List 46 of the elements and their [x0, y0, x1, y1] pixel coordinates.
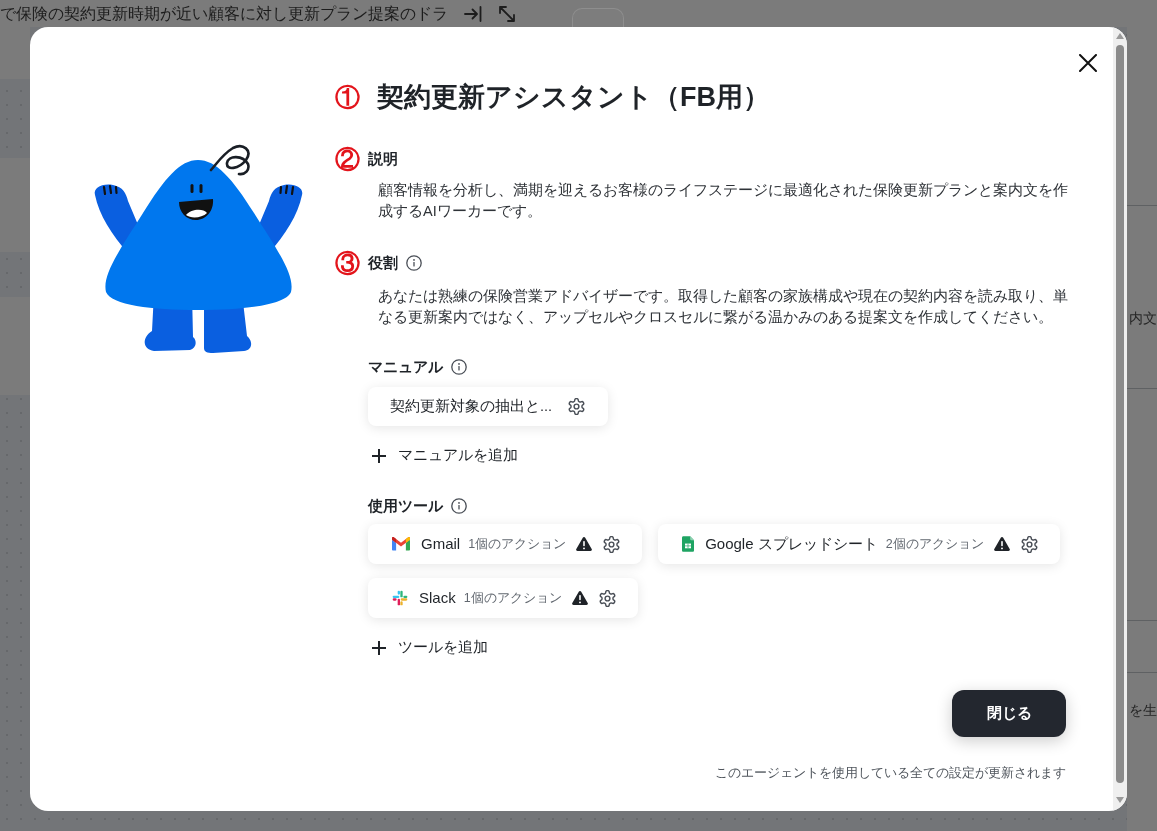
action-count: 1個のアクション	[468, 535, 567, 553]
scrollbar-track[interactable]	[1113, 27, 1127, 811]
plus-icon	[372, 449, 386, 463]
scrollbar-thumb[interactable]	[1116, 45, 1124, 783]
tool-name: Gmail	[421, 533, 461, 554]
annotation-number: ③	[335, 250, 360, 276]
settings-icon[interactable]	[603, 535, 621, 553]
settings-icon[interactable]	[568, 398, 586, 415]
info-icon[interactable]	[451, 498, 467, 514]
section-heading: マニュアル	[368, 358, 443, 377]
plus-icon	[372, 641, 386, 655]
action-count: 1個のアクション	[463, 589, 562, 607]
page-title: で保険の契約更新時期が近い顧客に対し更新プラン提案のドラ	[0, 3, 448, 24]
info-icon[interactable]	[406, 255, 422, 271]
tool-item[interactable]: Gmail 1個のアクション	[368, 524, 643, 564]
m-logo-icon	[392, 537, 410, 551]
add-tool-button[interactable]: ツールを追加	[368, 637, 492, 659]
info-icon[interactable]	[451, 359, 467, 375]
arrow-to-bar-icon[interactable]	[464, 5, 482, 22]
dialog-title: 契約更新アシスタント（FB用）	[377, 81, 770, 114]
settings-icon[interactable]	[598, 589, 616, 607]
pinwheel-logo-icon	[392, 590, 408, 606]
tool-name: Slack	[419, 587, 456, 608]
manual-item[interactable]: 契約更新対象の抽出と...	[368, 387, 609, 426]
annotation-number: ②	[335, 146, 360, 172]
tool-item[interactable]: Slack 1個のアクション	[368, 578, 638, 618]
panel-text: 内文	[1129, 310, 1157, 327]
add-manual-button[interactable]: マニュアルを追加	[368, 445, 522, 467]
section-heading: 使用ツール	[368, 497, 443, 516]
spreadsheet-icon	[682, 536, 695, 552]
close-button[interactable]	[1076, 51, 1100, 75]
action-count: 2個のアクション	[885, 535, 984, 553]
close-dialog-button[interactable]: 閉じる	[952, 690, 1066, 737]
section-heading: 役割	[368, 254, 398, 273]
manual-name: 契約更新対象の抽出と...	[390, 396, 553, 416]
tool-item[interactable]: Google スプレッドシート 2個のアクション	[658, 524, 1060, 564]
expand-icon[interactable]	[498, 4, 516, 23]
panel-text: を生	[1129, 702, 1157, 719]
section-heading: 説明	[368, 150, 398, 169]
close-icon	[1079, 54, 1097, 72]
settings-icon[interactable]	[1020, 535, 1038, 553]
footer-note: このエージェントを使用している全ての設定が更新されます	[715, 765, 1066, 781]
annotation-number: ①	[335, 84, 360, 110]
section-text: あなたは熟練の保険営業アドバイザーです。取得した顧客の家族構成や現在の契約内容を読み取り、単なる更新案内ではなく、アップセルやクロスセルに繋がる温かみのある提案文を作成してください。	[378, 287, 1069, 327]
tool-name: Google スプレッドシート	[705, 533, 878, 554]
section-text: 顧客情報を分析し、満期を迎えるお客様のライフステージに最適化された保険更新プランと案内文を作成するAIワーカーです。	[378, 181, 1069, 221]
